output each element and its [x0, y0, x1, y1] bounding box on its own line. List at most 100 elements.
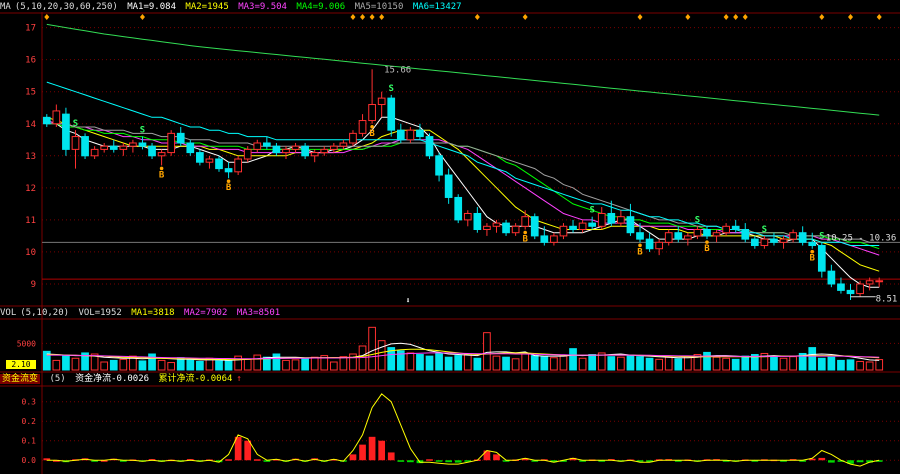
volume-bar: [310, 356, 319, 371]
volume-bar: [301, 357, 309, 371]
flow-indicator-selector[interactable]: 资金流变: [0, 374, 41, 384]
candle-body: [817, 245, 826, 272]
candle-body: [157, 152, 166, 157]
candle-body: [377, 97, 386, 106]
flow-tick-label: 0.2: [22, 417, 37, 426]
volume-bar: [779, 357, 788, 371]
volume-bar: [817, 357, 826, 371]
volume-bar: [540, 356, 549, 371]
candle-body: [722, 225, 730, 234]
sell-marker: S: [819, 231, 824, 241]
candle-body: [42, 116, 51, 125]
volume-bar: [109, 359, 118, 371]
range-label: 10.25 - 10.36: [826, 234, 896, 244]
candle-body: [167, 132, 176, 154]
volume-bar: [808, 347, 817, 371]
candle-body: [349, 132, 357, 144]
volume-bar: [196, 360, 204, 371]
event-marker-icon: [819, 14, 825, 20]
vol-ma2-value: MA2=7902: [184, 308, 228, 318]
price-tick-label: 16: [25, 56, 36, 66]
candle-body: [224, 168, 233, 173]
candle-body: [243, 148, 252, 160]
buy-marker: B: [159, 170, 165, 180]
volume-bar: [703, 351, 711, 371]
volume-bar: [62, 354, 70, 371]
candle-body: [483, 225, 491, 231]
candle-body: [750, 238, 759, 247]
flow-bar: [445, 460, 452, 463]
flow-bar: [359, 444, 366, 461]
flow-bar: [483, 450, 491, 461]
volume-bar: [731, 358, 740, 371]
ma1-value: MA1=9.084: [127, 2, 176, 12]
candle-body: [588, 222, 597, 227]
candle-body: [463, 212, 472, 221]
event-marker-icon: [379, 14, 385, 20]
candle-body: [176, 132, 185, 144]
price-indicator-name[interactable]: MA: [0, 2, 11, 12]
candle-body: [626, 216, 635, 234]
volume-unit-label: 2.10: [11, 360, 30, 369]
buy-marker: B: [637, 247, 643, 257]
flow-bar: [349, 454, 357, 461]
candle-body: [138, 142, 147, 147]
candle-body: [90, 148, 99, 157]
flow-bar: [253, 459, 261, 461]
event-marker-icon: [522, 14, 528, 20]
chart-canvas[interactable]: 17 16 15 14 13 12 11 10 9 B B B B B B B S S S S S S S 15.66 10.2…: [0, 0, 900, 474]
buy-marker: B: [704, 244, 710, 254]
candle-body: [607, 212, 616, 224]
candle-body: [301, 145, 309, 157]
volume-indicator-name[interactable]: VOL: [0, 308, 16, 318]
volume-bar: [339, 356, 348, 371]
volume-bar: [368, 326, 376, 371]
price-params: (5,10,20,30,60,250): [14, 2, 118, 12]
volume-bar: [71, 357, 80, 371]
volume-tick-label: 5000: [17, 339, 36, 348]
candle-body: [798, 232, 807, 243]
candle-body: [597, 212, 606, 227]
vol-ma3-value: MA3=8501: [236, 308, 281, 318]
volume-bar: [329, 361, 338, 371]
candle-body: [645, 238, 654, 250]
event-marker-icon: [637, 14, 643, 20]
volume-bar: [272, 353, 281, 371]
volume-bar: [138, 360, 147, 371]
sell-marker: S: [140, 126, 145, 136]
volume-bar: [52, 359, 61, 371]
volume-bar: [243, 358, 252, 371]
candle-body: [129, 142, 137, 147]
candle-body: [81, 136, 89, 157]
volume-bar: [578, 357, 587, 371]
price-tick-label: 13: [25, 152, 36, 162]
ma5-value: MA5=10150: [354, 2, 404, 12]
candle-body: [425, 136, 434, 157]
volume-bar: [846, 359, 855, 371]
event-marker-icon: [733, 14, 739, 20]
price-ma250-line: [46, 23, 880, 116]
candle-body: [109, 145, 118, 150]
candle-body: [636, 232, 644, 240]
candle-body: [196, 152, 204, 163]
candle-body: [578, 222, 587, 231]
volume-bar: [253, 354, 262, 371]
flow-up-arrow-icon: ↑: [236, 374, 242, 384]
candle-body: [396, 129, 405, 141]
candle-body: [837, 283, 845, 291]
vol-ma1-value: MA1=3818: [131, 308, 175, 318]
candle-body: [387, 97, 396, 131]
candle-body: [779, 238, 788, 243]
volume-bar: [119, 358, 128, 371]
volume-bar: [502, 356, 510, 371]
candle-body: [569, 225, 577, 231]
volume-bar: [655, 358, 663, 371]
volume-bar: [444, 356, 453, 371]
volume-bar: [837, 359, 845, 371]
candle-body: [100, 145, 109, 150]
candle-body: [789, 232, 797, 240]
candle-body: [856, 283, 864, 295]
candle-body: [684, 235, 692, 240]
event-marker-icon: [848, 14, 854, 20]
volume-bar: [291, 359, 300, 371]
